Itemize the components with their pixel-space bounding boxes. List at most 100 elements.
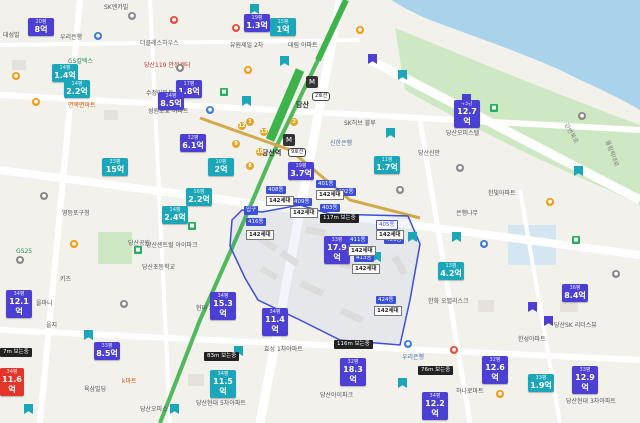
price-marker[interactable]: 34평 15.3억 — [210, 292, 236, 320]
label-woori-bank: 우리은행 — [60, 34, 83, 41]
label-sk-hub: SK허브 블루 — [344, 120, 376, 127]
restaurant-icon[interactable]: ● — [70, 240, 78, 248]
label-yeongdeungpo: 영등포구청 — [62, 210, 90, 217]
price-marker[interactable]: 15평 1억 — [270, 18, 296, 36]
price-marker[interactable]: 34평 11.4억 — [262, 308, 288, 336]
price-marker[interactable]: 33평 8.5억 — [94, 342, 120, 360]
dong-label[interactable]: 411동 — [348, 236, 368, 244]
dong-label[interactable]: 405동 — [376, 220, 398, 230]
price-marker[interactable]: 34평 11.5억 — [210, 370, 236, 398]
restaurant-icon[interactable]: ● — [356, 26, 364, 34]
dong-label[interactable]: 408동 — [266, 186, 286, 194]
label-hanaro: 하나로마트 — [456, 388, 484, 395]
price-marker[interactable]: 13평 4.2억 — [438, 262, 464, 280]
restaurant-icon[interactable]: ● — [546, 198, 554, 206]
label-daelim: 대림 아파트 — [288, 42, 318, 49]
price-marker[interactable]: 33평 1.9억 — [528, 374, 554, 392]
school-field-shape — [98, 232, 132, 264]
dong-label[interactable]: 401동 — [316, 180, 336, 188]
price-marker[interactable]: 16평 2.2억 — [186, 188, 212, 206]
exit-badge: 9 — [232, 140, 240, 148]
building-icon[interactable]: ● — [120, 300, 128, 308]
price-marker[interactable]: 43평 12.7억 — [454, 100, 480, 128]
bank-icon[interactable]: ● — [206, 106, 214, 114]
school-icon[interactable]: ■ — [220, 88, 228, 96]
map-canvas[interactable]: 올림픽대로 강변북로 SK엔카빌 대성빌 우리은행 GS칼텍스 더클래스하우스 … — [0, 0, 640, 423]
label-eolmani: 을마니 — [36, 300, 53, 307]
exit-badge: 13 — [260, 128, 268, 136]
label-dangsan-fd: 당산현대 3차아파트 — [566, 398, 616, 405]
label-dangsan-ipark: 당산아이파크 — [320, 392, 354, 399]
price-marker[interactable]: 33평 17.9억 — [324, 236, 350, 264]
restaurant-icon[interactable]: ● — [496, 390, 504, 398]
dong-label[interactable]: 409동 — [292, 198, 312, 206]
bank-icon[interactable]: ● — [94, 32, 102, 40]
price-marker[interactable]: 10평 2억 — [208, 158, 234, 176]
selected-price-marker[interactable]: 34평 11.6억 — [0, 368, 24, 396]
price-marker[interactable]: 20평 8억 — [28, 18, 54, 36]
park-icon[interactable]: ■ — [490, 104, 498, 112]
hospital-icon[interactable]: ● — [170, 16, 178, 24]
label-hanwha: 한화 오벨리스크 — [428, 298, 469, 305]
label-dangsan-hyundai5: 당산현대 5차아파트 — [196, 400, 246, 407]
price-marker[interactable]: 24평 8.5억 — [158, 92, 184, 110]
restaurant-icon[interactable]: ● — [12, 72, 20, 80]
price-marker[interactable]: 14평 2.4억 — [162, 206, 188, 224]
park-icon[interactable]: ■ — [188, 222, 196, 230]
unit-count-label[interactable]: 142세대 — [376, 230, 404, 240]
price-marker[interactable]: 32평 18.3억 — [340, 358, 366, 386]
price-marker[interactable]: 34평 12.2억 — [422, 392, 448, 420]
building-icon[interactable]: ● — [40, 192, 48, 200]
unit-count-label[interactable]: 142세대 — [246, 230, 274, 240]
label-sk-building: SK엔카빌 — [104, 4, 129, 11]
price-marker[interactable]: 14평 2.2억 — [64, 80, 90, 98]
walk-time-badge: 76m 보는중 — [418, 366, 454, 375]
dong-label[interactable]: 416동 — [246, 218, 266, 226]
walk-time-badge: 7m 보는중 — [0, 348, 32, 357]
label-cotton-mart: 면목면마트 — [68, 102, 96, 109]
dong-label[interactable]: 403동 — [320, 204, 340, 212]
price-marker[interactable]: 36평 8.4억 — [562, 284, 588, 302]
subway-station-icon[interactable]: M — [306, 76, 318, 88]
unit-count-label[interactable]: 142세대 — [266, 196, 294, 206]
building-icon[interactable]: ● — [176, 64, 184, 72]
label-chodeung: 당산초등학교 — [142, 264, 176, 271]
price-marker[interactable]: 32평 12.6억 — [482, 356, 508, 384]
school-icon[interactable]: ■ — [134, 246, 142, 254]
unit-count-label[interactable]: 142세대 — [374, 306, 402, 316]
label-dangsan-office: 당산오피스 — [140, 406, 168, 413]
building-icon[interactable]: ● — [612, 270, 620, 278]
hospital-icon[interactable]: ● — [450, 346, 458, 354]
restaurant-icon[interactable]: ● — [32, 98, 40, 106]
price-marker[interactable]: 11평 1.7억 — [374, 156, 400, 174]
unit-count-label[interactable]: 142세대 — [348, 246, 376, 256]
complex-entrance-badge[interactable]: 입구 — [244, 206, 259, 215]
hospital-icon[interactable]: ● — [232, 24, 240, 32]
restaurant-icon[interactable]: ● — [244, 66, 252, 74]
bank-icon[interactable]: ● — [480, 240, 488, 248]
unit-count-label[interactable]: 142세대 — [290, 208, 318, 218]
walk-time-badge: 117m 보는중 — [320, 214, 359, 223]
building-icon[interactable]: ● — [578, 112, 586, 120]
building-icon[interactable]: ● — [128, 12, 136, 20]
label-gs25-b: GS25 — [16, 248, 33, 255]
price-marker[interactable]: 34평 12.1억 — [6, 290, 32, 318]
dangsan-upper-label: 당산 — [296, 101, 309, 109]
price-marker[interactable]: 32평 6.1억 — [180, 134, 206, 152]
building-icon[interactable]: ● — [456, 164, 464, 172]
price-marker[interactable]: 33평 15억 — [102, 158, 128, 176]
building-icon[interactable]: ● — [396, 186, 404, 194]
line9-badge: 9호선 — [288, 148, 307, 157]
exit-badge: 12 — [238, 122, 246, 130]
dong-label[interactable]: 424동 — [376, 296, 396, 304]
price-marker[interactable]: 19평 1.3억 — [244, 14, 270, 32]
exit-badge: 1 — [246, 118, 254, 126]
price-marker[interactable]: 19평 3.7억 — [288, 162, 314, 180]
park-icon[interactable]: ■ — [572, 236, 580, 244]
bank-icon[interactable]: ● — [404, 340, 412, 348]
price-marker[interactable]: 33평 12.9억 — [572, 366, 598, 394]
unit-count-label[interactable]: 142세대 — [316, 190, 344, 200]
unit-count-label[interactable]: 142세대 — [352, 264, 380, 274]
building-icon[interactable]: ● — [16, 256, 24, 264]
subway-station-icon[interactable]: M — [283, 134, 295, 146]
